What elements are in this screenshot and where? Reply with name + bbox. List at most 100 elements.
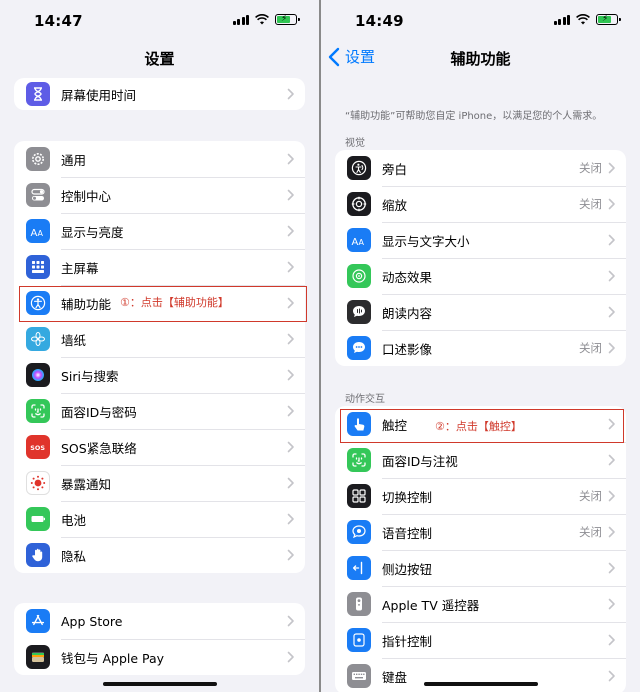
- wallet-icon: [26, 645, 50, 669]
- sos-icon: SOS: [26, 435, 50, 459]
- settings-row-2[interactable]: A A 显示与亮度: [14, 213, 305, 249]
- status-bar: 14:49 ⚡: [321, 0, 640, 40]
- home-indicator: [423, 682, 538, 686]
- gear-icon: [26, 147, 50, 171]
- settings-row-7[interactable]: 面容ID与密码: [14, 393, 305, 429]
- row-label: SOS紧急联络: [61, 440, 137, 456]
- settings-row-8[interactable]: SOS SOS紧急联络: [14, 429, 305, 465]
- text-size-icon: AA: [347, 228, 371, 252]
- row-divider: [382, 478, 626, 479]
- settings-row-4[interactable]: 朗读内容: [335, 294, 626, 330]
- chevron-right-icon: [287, 513, 294, 525]
- chevron-right-icon: [608, 670, 615, 682]
- settings-row-3[interactable]: 语音控制 关闭: [335, 514, 626, 550]
- row-label: 触控: [382, 417, 408, 433]
- settings-main-group: 通用 控制中心 A A 显示与亮度 主屏幕 辅助功能 墙纸 Siri与搜索 面容ID与密码 SOS S…: [14, 141, 305, 573]
- settings-row-11[interactable]: 隐私: [14, 537, 305, 573]
- accessibility-screen: 14:49 ⚡ 设置 辅助功能 “辅助功能”可帮助您自定 iPhone，以满足您…: [321, 0, 640, 692]
- settings-row-6[interactable]: 指针控制: [335, 622, 626, 658]
- row-divider: [61, 321, 305, 322]
- chevron-right-icon: [608, 490, 615, 502]
- row-label: 指针控制: [382, 633, 433, 649]
- wifi-icon: [576, 14, 590, 25]
- chevron-right-icon: [287, 261, 294, 273]
- settings-row-10[interactable]: 电池: [14, 501, 305, 537]
- settings-row-2[interactable]: 切换控制 关闭: [335, 478, 626, 514]
- settings-row-6[interactable]: Siri与搜索: [14, 357, 305, 393]
- chevron-right-icon: [287, 441, 294, 453]
- battery-charging-icon: ⚡: [596, 14, 621, 25]
- row-divider: [382, 186, 626, 187]
- row-divider: [61, 501, 305, 502]
- settings-row-1[interactable]: 钱包与 Apple Pay: [14, 639, 305, 675]
- cellular-signal-icon: [553, 14, 570, 25]
- svg-text:A: A: [352, 237, 359, 248]
- settings-row-9[interactable]: 暴露通知: [14, 465, 305, 501]
- row-divider: [382, 658, 626, 659]
- row-divider: [382, 550, 626, 551]
- row-divider: [61, 429, 305, 430]
- settings-row-5[interactable]: Apple TV 遥控器: [335, 586, 626, 622]
- row-label: 暴露通知: [61, 476, 112, 492]
- row-divider: [382, 586, 626, 587]
- row-divider: [61, 249, 305, 250]
- row-value: 关闭: [579, 197, 602, 211]
- row-divider: [61, 213, 305, 214]
- chevron-right-icon: [287, 405, 294, 417]
- settings-row-0[interactable]: 通用: [14, 141, 305, 177]
- row-value: 关闭: [579, 525, 602, 539]
- row-divider: [61, 393, 305, 394]
- row-label: Apple TV 遥控器: [382, 597, 480, 613]
- chevron-right-icon: [608, 526, 615, 538]
- settings-row-1[interactable]: 缩放 关闭: [335, 186, 626, 222]
- settings-row-1[interactable]: 面容ID与注视: [335, 442, 626, 478]
- row-label: 主屏幕: [61, 260, 99, 276]
- row-label: 电池: [61, 512, 87, 528]
- settings-row-0[interactable]: 旁白 关闭: [335, 150, 626, 186]
- audio-description-icon: [347, 336, 371, 360]
- settings-row-5[interactable]: 口述影像 关闭: [335, 330, 626, 366]
- settings-row-4[interactable]: 侧边按钮: [335, 550, 626, 586]
- chevron-right-icon: [287, 88, 294, 100]
- row-value: 关闭: [579, 489, 602, 503]
- row-label: 面容ID与注视: [382, 453, 458, 469]
- chevron-right-icon: [287, 549, 294, 561]
- settings-row-0[interactable]: App Store: [14, 603, 305, 639]
- row-label: 缩放: [382, 197, 408, 213]
- row-divider: [61, 177, 305, 178]
- voiceover-icon: [347, 156, 371, 180]
- battery-icon: [26, 507, 50, 531]
- row-label: 键盘: [382, 669, 408, 685]
- voice-control-icon: [347, 520, 371, 544]
- settings-row-1[interactable]: 控制中心: [14, 177, 305, 213]
- settings-row-3[interactable]: 动态效果: [335, 258, 626, 294]
- cellular-signal-icon: [232, 14, 249, 25]
- row-label: 动态效果: [382, 269, 433, 285]
- home-indicator: [102, 682, 217, 686]
- annotation-step-2: ②：点击【触控】: [435, 420, 522, 433]
- row-divider: [382, 330, 626, 331]
- settings-row-0[interactable]: 屏幕使用时间: [14, 78, 305, 110]
- chevron-right-icon: [608, 454, 615, 466]
- row-label: 辅助功能: [61, 296, 112, 312]
- row-divider: [382, 294, 626, 295]
- svg-text:A: A: [38, 229, 44, 238]
- row-divider: [61, 639, 305, 640]
- settings-row-5[interactable]: 墙纸: [14, 321, 305, 357]
- navigation-bar: 设置 辅助功能: [321, 40, 640, 74]
- touch-hand-icon: [347, 412, 371, 436]
- row-divider: [382, 258, 626, 259]
- row-label: 屏幕使用时间: [61, 87, 137, 103]
- chevron-right-icon: [608, 598, 615, 610]
- chevron-right-icon: [287, 615, 294, 627]
- row-label: 控制中心: [61, 188, 112, 204]
- settings-row-7[interactable]: 键盘: [335, 658, 626, 692]
- row-label: 语音控制: [382, 525, 433, 541]
- exposure-icon: [26, 471, 50, 495]
- side-button-icon: [347, 556, 371, 580]
- settings-row-3[interactable]: 主屏幕: [14, 249, 305, 285]
- row-label: 切换控制: [382, 489, 433, 505]
- settings-row-2[interactable]: A A 显示与文字大小: [335, 222, 626, 258]
- chevron-right-icon: [608, 198, 615, 210]
- siri-icon: [26, 363, 50, 387]
